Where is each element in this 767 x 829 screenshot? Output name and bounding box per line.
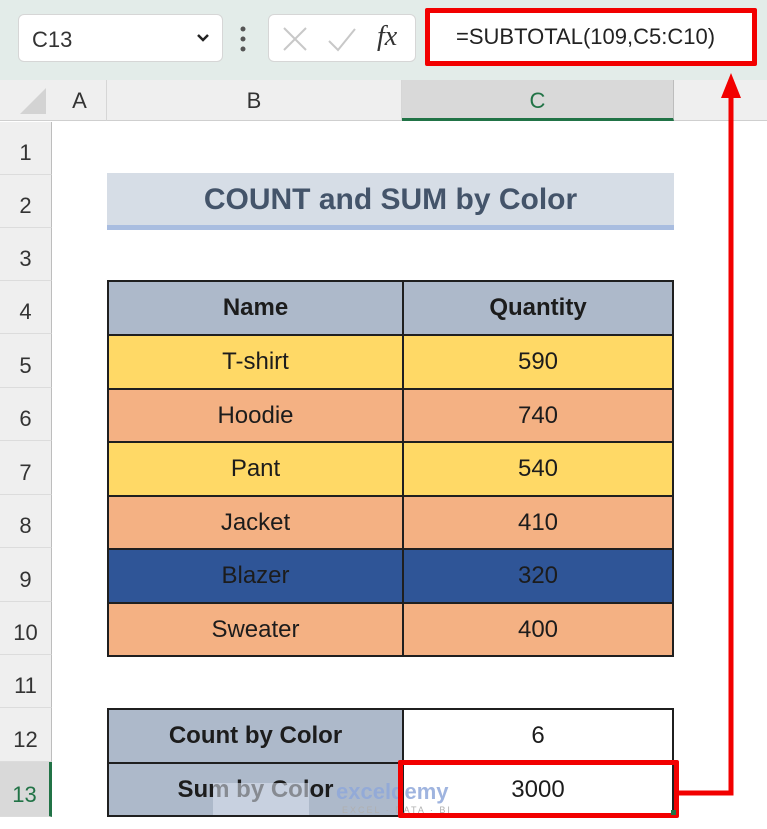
enter-icon[interactable] xyxy=(327,25,357,53)
title-cell[interactable]: COUNT and SUM by Color xyxy=(107,173,674,230)
formula-actions: fx xyxy=(268,14,416,62)
row-header-6[interactable]: 6 xyxy=(0,388,52,441)
chevron-down-icon[interactable] xyxy=(194,29,212,47)
row-header-7[interactable]: 7 xyxy=(0,441,52,495)
table-header-row: Name Quantity xyxy=(107,280,674,336)
formula-bar-area: C13 fx =SUBTOTAL(109,C5:C10) xyxy=(0,0,767,80)
row-header-12[interactable]: 12 xyxy=(0,708,52,762)
name-box-value: C13 xyxy=(32,27,73,52)
cell-quantity[interactable]: 400 xyxy=(402,602,674,657)
fx-icon[interactable]: fx xyxy=(377,21,397,53)
row-header-13[interactable]: 13 xyxy=(0,762,52,817)
column-header-c[interactable]: C xyxy=(402,80,674,121)
row-header-2[interactable]: 2 xyxy=(0,175,52,228)
more-options-icon[interactable] xyxy=(240,26,246,52)
row-header-10[interactable]: 10 xyxy=(0,602,52,655)
select-all-corner[interactable] xyxy=(0,80,53,121)
row-header-11[interactable]: 11 xyxy=(0,655,52,708)
formula-value: =SUBTOTAL(109,C5:C10) xyxy=(456,24,716,49)
count-label[interactable]: Count by Color xyxy=(107,708,404,764)
cell-quantity[interactable]: 590 xyxy=(402,334,674,390)
row-header-4[interactable]: 4 xyxy=(0,281,52,334)
row-header-1[interactable]: 1 xyxy=(0,122,52,175)
cell-quantity[interactable]: 540 xyxy=(402,441,674,497)
table-row: Blazer 320 xyxy=(107,548,674,604)
cell-quantity[interactable]: 410 xyxy=(402,495,674,550)
table-row: Hoodie 740 xyxy=(107,388,674,443)
cell-name[interactable]: Sweater xyxy=(107,602,404,657)
column-header-b[interactable]: B xyxy=(107,80,402,121)
table-row: Sweater 400 xyxy=(107,602,674,657)
count-value[interactable]: 6 xyxy=(402,708,674,764)
select-all-icon xyxy=(20,88,46,114)
header-name[interactable]: Name xyxy=(107,280,404,336)
row-header-3[interactable]: 3 xyxy=(0,228,52,281)
table-row: T-shirt 590 xyxy=(107,334,674,390)
selected-cell-highlight xyxy=(398,760,679,818)
arrow-line xyxy=(679,95,734,796)
cell-name[interactable]: Blazer xyxy=(107,548,404,604)
cell-quantity[interactable]: 320 xyxy=(402,548,674,604)
data-table: Name Quantity T-shirt 590 Hoodie 740 Pant 5… xyxy=(107,280,674,657)
table-row: Pant 540 xyxy=(107,441,674,497)
cancel-icon[interactable] xyxy=(281,25,309,53)
row-header-8[interactable]: 8 xyxy=(0,495,52,548)
cell-name[interactable]: Pant xyxy=(107,441,404,497)
column-header-a[interactable]: A xyxy=(53,80,107,121)
column-header-d[interactable] xyxy=(674,80,767,121)
count-row: Count by Color 6 xyxy=(107,708,674,764)
exceldemy-logo-icon xyxy=(213,783,309,815)
name-box[interactable]: C13 xyxy=(18,14,223,62)
row-header-5[interactable]: 5 xyxy=(0,334,52,388)
cell-name[interactable]: Jacket xyxy=(107,495,404,550)
cell-name[interactable]: Hoodie xyxy=(107,388,404,443)
table-row: Jacket 410 xyxy=(107,495,674,550)
formula-input[interactable]: =SUBTOTAL(109,C5:C10) xyxy=(425,8,757,66)
cell-quantity[interactable]: 740 xyxy=(402,388,674,443)
row-header-9[interactable]: 9 xyxy=(0,548,52,602)
header-quantity[interactable]: Quantity xyxy=(402,280,674,336)
cell-name[interactable]: T-shirt xyxy=(107,334,404,390)
